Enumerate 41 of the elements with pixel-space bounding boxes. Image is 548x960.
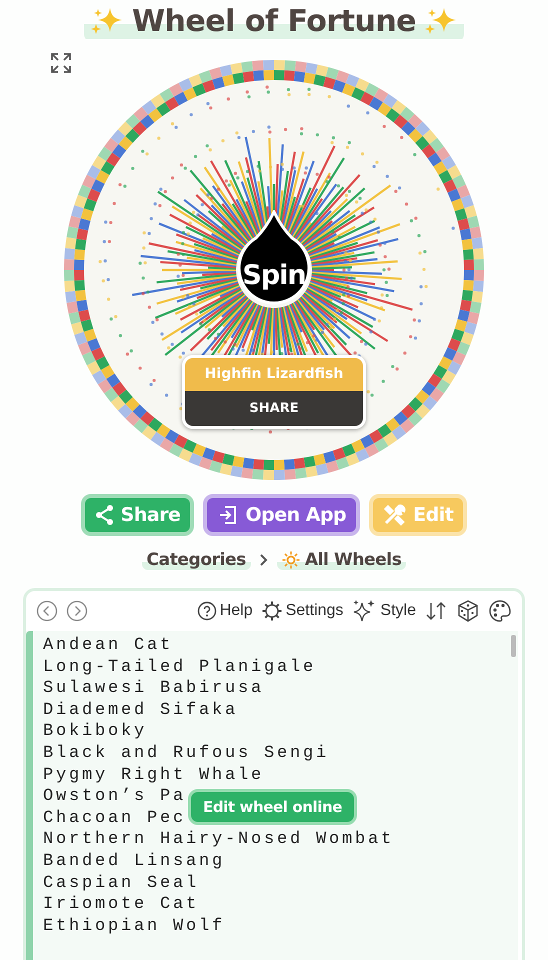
help-button[interactable]: Help	[196, 601, 253, 621]
result-label: Highfin Lizardfish	[185, 358, 363, 391]
settings-button[interactable]: Settings	[260, 600, 344, 622]
scrollbar[interactable]	[511, 635, 516, 657]
entry-line: Black and Rufous Sengi	[43, 742, 330, 765]
gear-icon	[260, 600, 283, 622]
breadcrumb-link[interactable]: Categories	[142, 550, 251, 570]
back-button[interactable]	[36, 600, 58, 622]
chevron-icon	[258, 553, 269, 567]
entry-line: Andean Cat	[43, 635, 174, 657]
help-icon	[196, 601, 217, 621]
back-icon	[36, 600, 58, 622]
entry-line: Diademed Sifaka	[43, 700, 238, 722]
entry-line: Caspian Seal	[43, 872, 200, 894]
entry-line: Owston’s Pa	[43, 786, 186, 808]
dice-icon	[456, 599, 480, 623]
sun-icon	[282, 551, 300, 569]
entry-line: Iriomote Cat	[43, 894, 200, 916]
forward-button[interactable]	[66, 600, 88, 622]
open-button[interactable]: Open App	[203, 494, 360, 536]
forward-icon	[66, 600, 88, 622]
tools-icon	[383, 504, 408, 526]
share-result-button[interactable]: SHARE	[185, 391, 363, 426]
share-icon	[94, 504, 115, 526]
palette-icon	[488, 599, 512, 623]
fullscreen-icon[interactable]	[50, 52, 72, 74]
style-button[interactable]: Style	[351, 599, 416, 623]
entry-line: Long-Tailed Planigale	[43, 656, 316, 678]
entry-line: Bokiboky	[43, 721, 148, 743]
entry-line: Northern Hairy-Nosed Wombat	[43, 829, 394, 851]
app-title: Wheel of Fortune	[132, 3, 416, 41]
dice-button[interactable]	[456, 599, 480, 623]
entry-line: Chacoan Pec	[43, 808, 186, 830]
palette-button[interactable]	[488, 599, 512, 623]
sort-button[interactable]	[424, 600, 448, 622]
breadcrumb-link[interactable]: All Wheels	[276, 550, 406, 570]
sort-icon	[424, 600, 448, 622]
entry-line: Banded Linsang	[43, 850, 226, 873]
entry-line: Sulawesi Babirusa	[43, 678, 264, 700]
entry-line: Ethiopian Wolf	[43, 916, 226, 938]
entry-line: Pygmy Right Whale	[43, 764, 264, 786]
